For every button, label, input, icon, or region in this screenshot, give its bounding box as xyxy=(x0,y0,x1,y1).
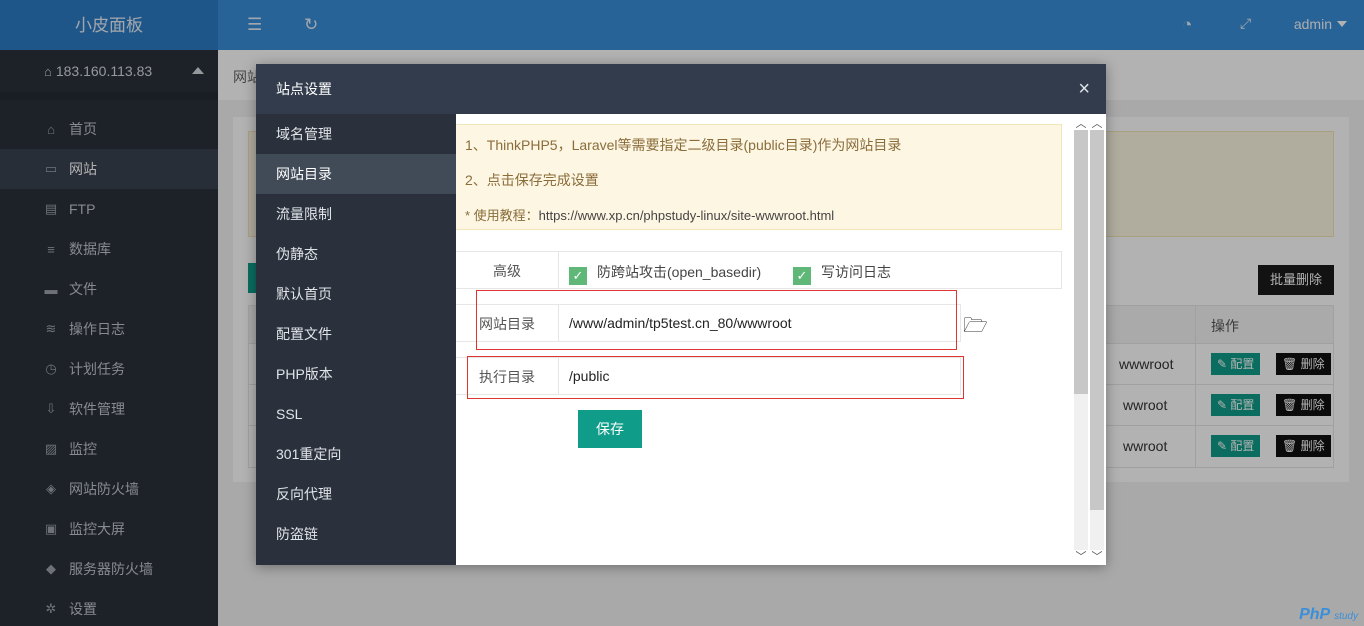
checkbox-checked-icon[interactable]: ✓ xyxy=(793,267,811,285)
nav-rewrite[interactable]: 伪静态 xyxy=(256,234,456,274)
open-basedir-label: 防跨站攻击(open_basedir) xyxy=(597,264,762,280)
advanced-label: 高级 xyxy=(456,252,559,288)
close-icon[interactable]: × xyxy=(1078,64,1090,114)
nav-reverse-proxy[interactable]: 反向代理 xyxy=(256,474,456,514)
open-basedir-option[interactable]: ✓ 防跨站攻击(open_basedir) xyxy=(569,262,761,285)
site-settings-modal: 站点设置 × 域名管理 网站目录 流量限制 伪静态 默认首页 配置文件 PHP版… xyxy=(256,64,1106,565)
highlight-site-dir xyxy=(476,290,957,350)
nav-redirect[interactable]: 301重定向 xyxy=(256,434,456,474)
nav-php-version[interactable]: PHP版本 xyxy=(256,354,456,394)
modal-header: 站点设置 × xyxy=(256,64,1106,114)
highlight-run-dir xyxy=(467,356,964,399)
scroll-up-icon[interactable]: ︿ xyxy=(1074,115,1088,131)
nav-traffic-limit[interactable]: 流量限制 xyxy=(256,194,456,234)
nav-hotlink[interactable]: 防盗链 xyxy=(256,514,456,554)
tutorial-link[interactable]: https://www.xp.cn/phpstudy-linux/site-ww… xyxy=(539,208,835,223)
nav-site-dir[interactable]: 网站目录 xyxy=(256,154,456,194)
logo-sub: study xyxy=(1334,611,1358,622)
scroll-down-icon[interactable]: ﹀ xyxy=(1090,548,1104,564)
nav-domain[interactable]: 域名管理 xyxy=(256,114,456,154)
modal-nav: 域名管理 网站目录 流量限制 伪静态 默认首页 配置文件 PHP版本 SSL 3… xyxy=(256,114,456,565)
advanced-row: 高级 ✓ 防跨站攻击(open_basedir) ✓ 写访问日志 xyxy=(456,251,1062,289)
tip-line-2: 2、点击保存完成设置 xyxy=(465,172,599,188)
scroll-up-icon[interactable]: ︿ xyxy=(1090,115,1104,131)
modal-title: 站点设置 xyxy=(276,81,332,97)
scrollbar[interactable]: ︿ ︿ ﹀ ﹀ xyxy=(1072,114,1106,565)
save-button[interactable]: 保存 xyxy=(578,410,642,448)
nav-default-index[interactable]: 默认首页 xyxy=(256,274,456,314)
tip-line-1: 1、ThinkPHP5，Laravel等需要指定二级目录(public目录)作为… xyxy=(465,137,902,153)
access-log-label: 写访问日志 xyxy=(821,264,891,280)
phpstudy-logo: PhP study xyxy=(1299,606,1358,624)
nav-config-file[interactable]: 配置文件 xyxy=(256,314,456,354)
scroll-thumb[interactable] xyxy=(1090,130,1104,510)
logo-main: PhP xyxy=(1299,606,1330,623)
folder-open-icon[interactable]: 🗁 xyxy=(963,311,988,345)
scroll-down-icon[interactable]: ﹀ xyxy=(1074,548,1088,564)
tips-box: 1、ThinkPHP5，Laravel等需要指定二级目录(public目录)作为… xyxy=(456,124,1062,230)
modal-body: 1、ThinkPHP5，Laravel等需要指定二级目录(public目录)作为… xyxy=(456,114,1106,565)
access-log-option[interactable]: ✓ 写访问日志 xyxy=(793,262,891,285)
checkbox-checked-icon[interactable]: ✓ xyxy=(569,267,587,285)
scroll-thumb[interactable] xyxy=(1074,130,1088,394)
nav-ssl[interactable]: SSL xyxy=(256,394,456,434)
tip-prefix: * 使用教程： xyxy=(465,208,539,223)
